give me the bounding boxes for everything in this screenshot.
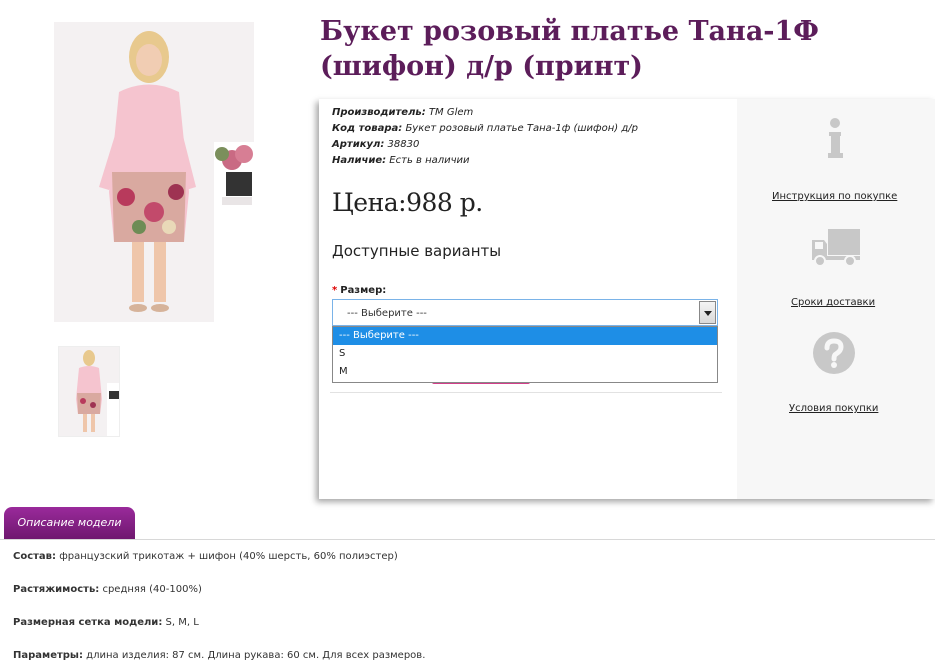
info-icon [828,118,843,158]
product-title: Букет розовый платье Тана-1Ф (шифон) д/р… [320,16,819,82]
question-icon [813,332,855,374]
size-label: * Размер: [332,285,386,296]
composition-label: Состав: [13,551,57,562]
product-page: Букет розовый платье Тана-1Ф (шифон) д/р… [0,0,935,664]
product-main-image[interactable] [54,22,254,322]
description-composition: Состав: французский трикотаж + шифон (40… [13,551,398,562]
sizes-value: S, M, L [162,617,199,628]
truck-icon [812,229,860,267]
divider [330,392,722,393]
meta-code-value: Букет розовый платье Тана-1ф (шифон) д/р [405,123,638,134]
meta-code-label: Код товара: [332,123,403,134]
product-meta: Производитель: TM Glem Код товара: Букет… [332,105,638,169]
purchase-instructions-link[interactable]: Инструкция по покупке [772,191,897,202]
sizes-label: Размерная сетка модели: [13,617,163,628]
stretch-value: средняя (40-100%) [99,584,202,595]
tab-divider [0,539,935,540]
tab-model-description[interactable]: Описание модели [4,507,135,539]
size-option[interactable]: M [333,363,717,381]
composition-value: французский трикотаж + шифон (40% шерсть… [56,551,398,562]
meta-code: Код товара: Букет розовый платье Тана-1ф… [332,121,638,137]
delivery-terms-link[interactable]: Сроки доставки [791,297,875,308]
meta-article: Артикул: 38830 [332,137,638,153]
size-option[interactable]: --- Выберите --- [333,327,717,345]
product-thumbnail[interactable] [58,346,120,437]
variants-heading: Доступные варианты [332,242,502,260]
required-mark: * [332,285,338,296]
description-stretch: Растяжимость: средняя (40-100%) [13,584,202,595]
meta-manufacturer-label: Производитель: [332,107,426,118]
params-value: длина изделия: 87 см. Длина рукава: 60 с… [82,650,426,661]
meta-manufacturer: Производитель: TM Glem [332,105,638,121]
description-params: Параметры: длина изделия: 87 см. Длина р… [13,650,425,661]
meta-stock-value: Есть в наличии [389,155,470,166]
meta-article-value: 38830 [387,139,420,150]
params-label: Параметры: [13,650,83,661]
meta-manufacturer-value: TM Glem [428,107,474,118]
description-sizes: Размерная сетка модели: S, M, L [13,617,199,628]
stretch-label: Растяжимость: [13,584,100,595]
purchase-conditions-link[interactable]: Условия покупки [789,403,878,414]
meta-article-label: Артикул: [332,139,385,150]
size-select-value: --- Выберите --- [347,308,427,319]
chevron-down-icon[interactable] [699,301,716,324]
size-dropdown-list[interactable]: --- Выберите --- S M [332,326,718,383]
meta-stock: Наличие: Есть в наличии [332,153,638,169]
size-label-text: Размер: [340,285,387,296]
size-select[interactable]: --- Выберите --- [332,299,718,326]
meta-stock-label: Наличие: [332,155,387,166]
size-option[interactable]: S [333,345,717,363]
product-price: Цена:988 р. [332,188,483,217]
